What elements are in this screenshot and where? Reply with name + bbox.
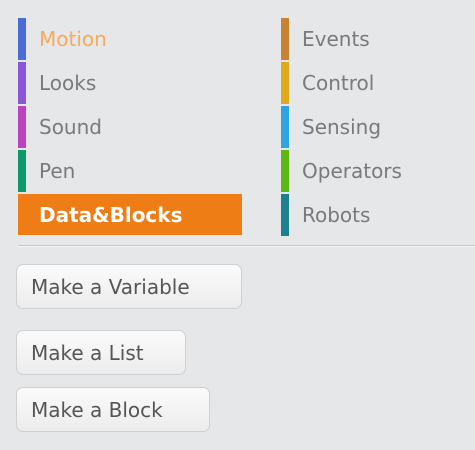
make-list-button[interactable]: Make a List <box>16 330 186 375</box>
category-sound[interactable]: Sound <box>18 106 242 148</box>
motion-color-swatch <box>18 18 26 60</box>
sound-color-swatch <box>18 106 26 148</box>
category-data-blocks[interactable]: Data&Blocks <box>18 194 242 235</box>
category-events-label: Events <box>302 27 370 51</box>
category-operators-label: Operators <box>302 159 402 183</box>
category-robots[interactable]: Robots <box>281 194 475 236</box>
category-selector: Motion Looks Sound Pen Data&Blocks Event… <box>18 18 475 240</box>
events-color-swatch <box>281 18 289 60</box>
category-control[interactable]: Control <box>281 62 475 104</box>
category-sensing[interactable]: Sensing <box>281 106 475 148</box>
category-sensing-label: Sensing <box>302 115 382 139</box>
category-looks[interactable]: Looks <box>18 62 242 104</box>
category-control-label: Control <box>302 71 375 95</box>
category-motion[interactable]: Motion <box>18 18 242 60</box>
palette-divider <box>18 245 475 247</box>
looks-color-swatch <box>18 62 26 104</box>
category-operators[interactable]: Operators <box>281 150 475 192</box>
category-motion-label: Motion <box>39 27 107 51</box>
category-sound-label: Sound <box>39 115 102 139</box>
pen-color-swatch <box>18 150 26 192</box>
make-block-button[interactable]: Make a Block <box>16 387 210 432</box>
operators-color-swatch <box>281 150 289 192</box>
category-pen-label: Pen <box>39 159 76 183</box>
category-robots-label: Robots <box>302 203 371 227</box>
block-palette: Motion Looks Sound Pen Data&Blocks Event… <box>0 0 475 450</box>
control-color-swatch <box>281 62 289 104</box>
category-looks-label: Looks <box>39 71 97 95</box>
robots-color-swatch <box>281 194 289 236</box>
category-data-blocks-label: Data&Blocks <box>39 202 183 227</box>
category-pen[interactable]: Pen <box>18 150 242 192</box>
sensing-color-swatch <box>281 106 289 148</box>
category-events[interactable]: Events <box>281 18 475 60</box>
make-variable-button[interactable]: Make a Variable <box>16 264 242 309</box>
